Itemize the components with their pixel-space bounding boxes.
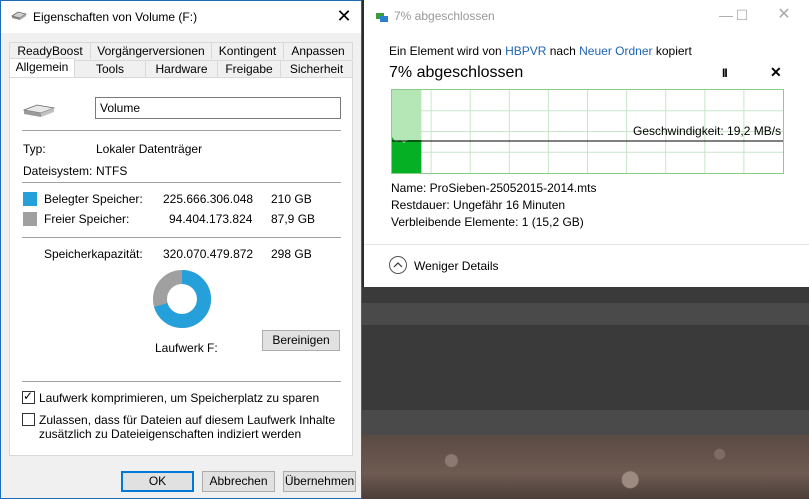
free-space-swatch: [23, 212, 37, 226]
tab-general[interactable]: Allgemein: [9, 58, 75, 78]
type-value: Lokaler Datenträger: [96, 142, 203, 156]
type-label: Typ:: [23, 142, 46, 156]
window-title: Eigenschaften von Volume (F:): [33, 10, 198, 24]
disk-cleanup-button[interactable]: Bereinigen: [262, 330, 340, 351]
progress-text: 7% abgeschlossen: [389, 64, 524, 81]
copy-icon: [376, 13, 388, 22]
copy-description: Ein Element wird von HBPVR nach Neuer Or…: [389, 44, 692, 58]
cancel-button[interactable]: Abbrechen: [202, 471, 275, 492]
used-space-gb: 210 GB: [271, 192, 312, 206]
used-space-swatch: [23, 192, 37, 206]
remaining-time-line: Restdauer: Ungefähr 16 Minuten: [391, 198, 566, 212]
capacity-gb: 298 GB: [271, 247, 312, 261]
checkmark-icon: ✓: [23, 389, 34, 403]
free-space-gb: 87,9 GB: [271, 212, 316, 226]
compress-drive-label[interactable]: Laufwerk komprimieren, um Speicherplatz …: [39, 391, 319, 405]
capacity-label: Speicherkapazität:: [44, 247, 143, 261]
divider: [22, 237, 341, 238]
filesystem-value: NTFS: [96, 164, 128, 178]
free-space-label: Freier Speicher:: [44, 212, 130, 226]
properties-dialog: Eigenschaften von Volume (F:) ✕ ReadyBoo…: [0, 0, 362, 499]
tab-customize[interactable]: Anpassen: [283, 42, 353, 59]
speed-label: Geschwindigkeit: 19,2 MB/s: [633, 124, 782, 138]
remaining-items-line: Verbleibende Elemente: 1 (15,2 GB): [391, 215, 584, 229]
destination-link[interactable]: Neuer Ordner: [579, 44, 652, 58]
filesystem-label: Dateisystem:: [23, 164, 93, 178]
close-button[interactable]: ✕: [769, 0, 799, 32]
chevron-up-icon[interactable]: [389, 256, 407, 274]
used-space-bytes: 225.666.306.048: [163, 192, 254, 206]
tab-sharing[interactable]: Freigabe: [217, 60, 281, 77]
window-title: 7% abgeschlossen: [394, 9, 495, 23]
desktop-band: [362, 303, 809, 325]
index-content-label-line1[interactable]: Zulassen, dass für Dateien auf diesem La…: [39, 413, 335, 427]
drive-icon: [11, 11, 27, 20]
header-middle: nach: [549, 44, 576, 58]
ok-button[interactable]: OK: [121, 471, 194, 492]
divider: [22, 130, 341, 131]
header-prefix: Ein Element wird von: [389, 44, 502, 58]
desktop-wallpaper-image: [362, 435, 809, 499]
compress-drive-checkbox[interactable]: ✓: [22, 389, 35, 404]
tab-hardware[interactable]: Hardware: [145, 60, 218, 77]
divider: [22, 182, 341, 183]
hard-drive-icon: [23, 104, 55, 117]
divider: [364, 244, 809, 245]
dialog-footer: OK Abbrechen Übernehmen: [1, 459, 361, 499]
volume-name-input[interactable]: Volume: [95, 97, 341, 119]
tab-security[interactable]: Sicherheit: [280, 60, 353, 77]
header-suffix: kopiert: [655, 44, 692, 58]
index-content-checkbox[interactable]: [22, 413, 35, 426]
tab-readyboost[interactable]: ReadyBoost: [9, 42, 91, 59]
apply-button[interactable]: Übernehmen: [283, 471, 356, 492]
tab-previous-versions[interactable]: Vorgängerversionen: [90, 42, 212, 59]
title-bar[interactable]: Eigenschaften von Volume (F:) ✕: [1, 1, 361, 33]
maximize-button[interactable]: ☐: [727, 0, 757, 32]
divider: [22, 381, 341, 382]
disk-usage-donut-chart: [153, 270, 211, 328]
free-space-bytes: 94.404.173.824: [169, 212, 253, 226]
copy-progress-dialog: 7% abgeschlossen — ☐ ✕ Ein Element wird …: [364, 0, 809, 287]
source-link[interactable]: HBPVR: [505, 44, 546, 58]
less-details-button[interactable]: Weniger Details: [414, 259, 498, 273]
desktop-band: [362, 410, 809, 435]
file-name-line: Name: ProSieben-25052015-2014.mts: [391, 181, 597, 195]
close-button[interactable]: ✕: [327, 1, 361, 33]
index-content-label-line2[interactable]: zusätzlich zu Dateieigenschaften indizie…: [39, 427, 301, 441]
tab-tools[interactable]: Tools: [74, 60, 146, 77]
used-space-label: Belegter Speicher:: [44, 192, 143, 206]
cancel-copy-button[interactable]: ✕: [770, 64, 782, 81]
drive-letter-label: Laufwerk F:: [155, 341, 218, 355]
pause-button[interactable]: II: [722, 66, 728, 80]
speed-area: [392, 137, 422, 173]
capacity-bytes: 320.070.479.872: [163, 247, 254, 261]
tab-quota[interactable]: Kontingent: [211, 42, 284, 59]
